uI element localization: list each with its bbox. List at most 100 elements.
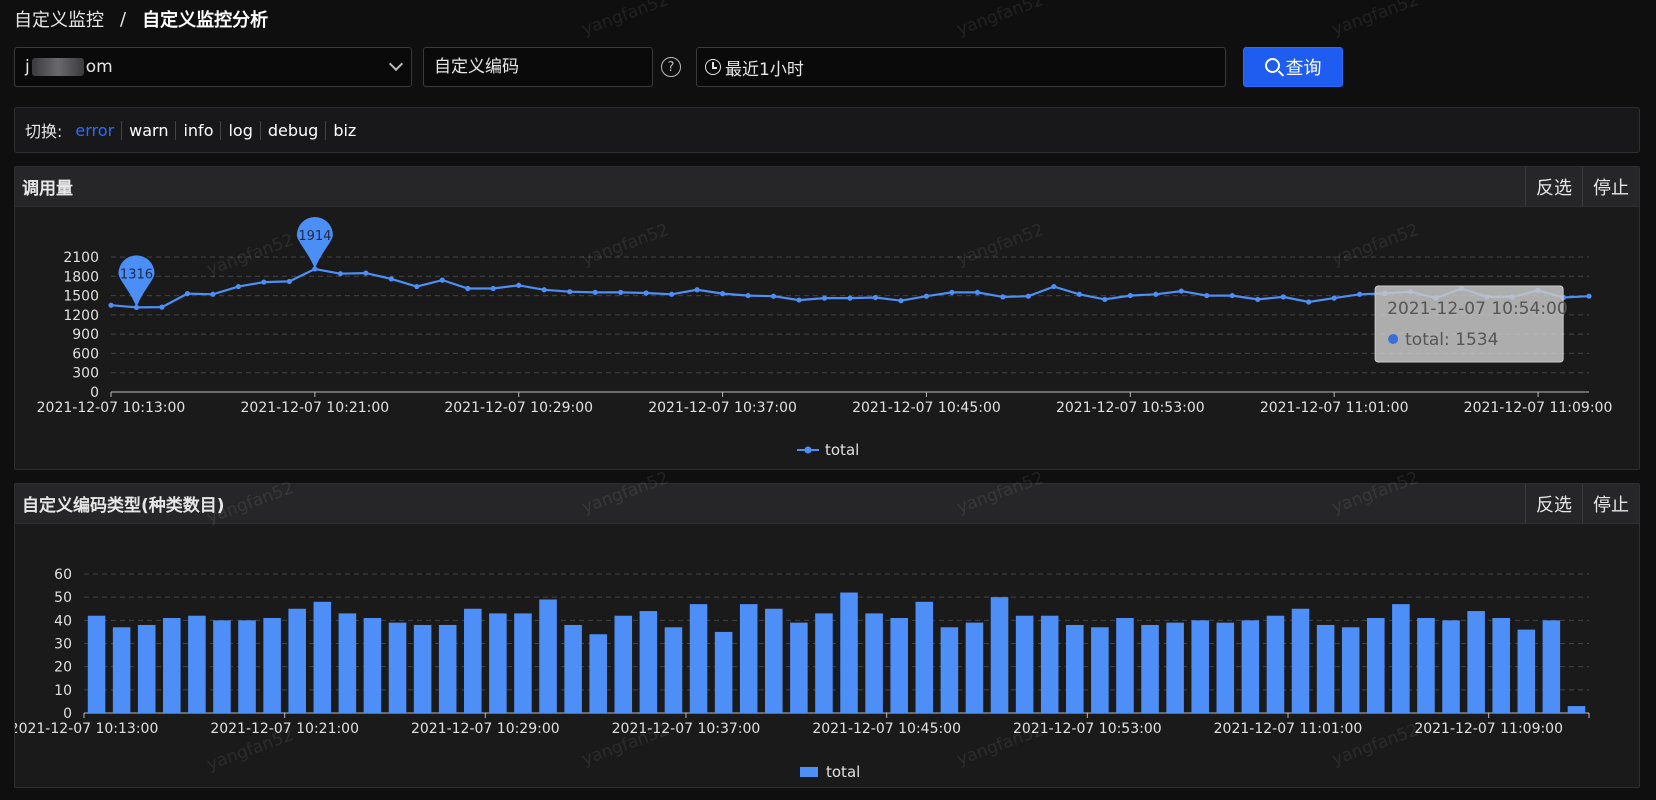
legend-swatch-dot bbox=[804, 446, 812, 454]
watermark-text: yangfan52 bbox=[579, 0, 672, 40]
data-point-total bbox=[439, 277, 445, 283]
data-point-total bbox=[1127, 292, 1133, 299]
data-point-total bbox=[1178, 288, 1184, 294]
data-point-total bbox=[1076, 291, 1082, 297]
x-tick-label: 2021-12-07 10:13:00 bbox=[37, 400, 186, 416]
data-point-total bbox=[821, 295, 828, 301]
code-types-stop-button[interactable]: 停止 bbox=[1582, 484, 1639, 523]
y-tick-label: 50 bbox=[54, 590, 72, 606]
bar-total bbox=[990, 597, 1009, 713]
custom-code-input[interactable] bbox=[434, 57, 642, 77]
breadcrumb-separator: / bbox=[120, 8, 127, 30]
bar-total bbox=[639, 611, 658, 713]
call-volume-title: 调用量 bbox=[22, 179, 73, 199]
bar-total bbox=[1291, 608, 1310, 713]
data-point-total bbox=[1306, 299, 1312, 305]
x-tick-label: 2021-12-07 10:45:00 bbox=[852, 400, 1001, 416]
data-point-total bbox=[592, 289, 598, 295]
call-volume-panel: 调用量 反选 停止 0 300 600 900 1200 1500 1800 2100 2021… bbox=[14, 166, 1640, 470]
x-tick-label: 2021-12-07 10:53:00 bbox=[1056, 400, 1205, 416]
data-point-total bbox=[669, 291, 675, 297]
data-point-total bbox=[1153, 291, 1159, 297]
query-button-label: 查询 bbox=[1285, 58, 1322, 78]
call-volume-stop-button[interactable]: 停止 bbox=[1582, 167, 1639, 206]
x-tick-label: 2021-12-07 10:53:00 bbox=[1013, 721, 1162, 737]
time-range-picker[interactable]: 最近1小时 bbox=[696, 47, 1226, 87]
bar-total bbox=[890, 618, 908, 713]
code-types-invert-button[interactable]: 反选 bbox=[1525, 484, 1582, 523]
switch-option-biz[interactable]: biz bbox=[326, 121, 363, 140]
tooltip-series-dot bbox=[1388, 334, 1399, 344]
switch-option-error[interactable]: error bbox=[68, 120, 123, 140]
bar-total bbox=[1015, 615, 1034, 713]
bar-total bbox=[1392, 604, 1410, 713]
breadcrumb-parent[interactable]: 自定义监控 bbox=[14, 6, 104, 32]
data-point-total bbox=[490, 285, 496, 292]
y-tick-label: 600 bbox=[72, 346, 99, 362]
call-volume-chart-area: 0 300 600 900 1200 1500 1800 2100 2021-12-07 10:… bbox=[15, 207, 1639, 473]
bar-total bbox=[689, 604, 708, 713]
y-tick-label: 1200 bbox=[63, 308, 99, 324]
bar-total bbox=[564, 624, 582, 713]
call-volume-invert-button[interactable]: 反选 bbox=[1525, 167, 1582, 206]
switch-option-debug[interactable]: debug bbox=[261, 120, 327, 140]
data-point-total bbox=[1586, 293, 1592, 299]
breadcrumb: 自定义监控 / 自定义监控分析 bbox=[14, 5, 268, 33]
x-tick-label: 2021-12-07 10:45:00 bbox=[812, 721, 961, 737]
bar-total bbox=[840, 592, 858, 713]
bar-total bbox=[87, 615, 106, 713]
bar-total bbox=[1316, 624, 1335, 713]
watermark-text: yangfan52 bbox=[1329, 0, 1422, 40]
switch-option-warn[interactable]: warn bbox=[122, 120, 177, 140]
bar-total bbox=[489, 613, 507, 713]
call-volume-line-chart[interactable]: 0 300 600 900 1200 1500 1800 2100 2021-12-07 10:… bbox=[15, 207, 1639, 469]
bar-total bbox=[1216, 622, 1235, 713]
legend-label: total bbox=[825, 441, 859, 459]
y-tick-label: 20 bbox=[54, 660, 72, 676]
switch-label: 切换: bbox=[25, 122, 63, 141]
x-tick-label: 2021-12-07 10:29:00 bbox=[444, 400, 593, 416]
y-tick-label: 900 bbox=[72, 327, 99, 343]
bar-total bbox=[163, 618, 181, 713]
code-types-bar-chart[interactable]: 0 10 20 30 40 50 60 2021-12-07 10:13:00 2021-12-… bbox=[10, 524, 1639, 787]
data-point-total bbox=[847, 295, 853, 301]
chevron-down-icon bbox=[388, 56, 404, 72]
time-range-value: 最近1小时 bbox=[725, 59, 804, 80]
data-point-total bbox=[719, 291, 726, 297]
bar-total bbox=[614, 615, 633, 713]
x-tick-label: 2021-12-07 10:21:00 bbox=[241, 400, 390, 416]
call-volume-panel-header: 调用量 反选 停止 bbox=[15, 167, 1639, 207]
data-point-total bbox=[388, 276, 394, 282]
series-line-total bbox=[110, 267, 1590, 309]
bar-total bbox=[363, 618, 382, 713]
data-point-total bbox=[949, 289, 955, 295]
data-point-total bbox=[745, 292, 751, 299]
data-point-total bbox=[235, 283, 242, 290]
bar-total bbox=[137, 624, 156, 713]
switch-option-info[interactable]: info bbox=[176, 120, 222, 140]
bar-total bbox=[1542, 620, 1561, 713]
bar-total bbox=[1367, 618, 1385, 713]
data-point-total bbox=[286, 278, 292, 285]
bar-total bbox=[790, 622, 808, 713]
bar-total bbox=[765, 608, 783, 713]
app-select[interactable]: j om bbox=[14, 47, 412, 87]
data-point-total bbox=[974, 289, 981, 295]
code-input-wrapper bbox=[423, 47, 653, 87]
data-point-total bbox=[184, 291, 191, 297]
help-icon[interactable]: ? bbox=[661, 57, 681, 77]
query-button[interactable]: 查询 bbox=[1243, 47, 1343, 87]
bar-total bbox=[589, 634, 607, 713]
bar-total bbox=[1567, 706, 1586, 713]
data-point-total bbox=[796, 297, 802, 303]
x-tick-label: 2021-12-07 11:01:00 bbox=[1214, 721, 1363, 737]
bar-total bbox=[539, 599, 557, 713]
bar-total bbox=[1492, 618, 1510, 713]
bar-total bbox=[188, 615, 206, 713]
watermark-text: yangfan52 bbox=[954, 0, 1047, 40]
data-point-total bbox=[1229, 292, 1235, 299]
bar-total bbox=[1241, 620, 1260, 713]
switch-option-log[interactable]: log bbox=[221, 120, 261, 140]
marker-label: 1914 bbox=[298, 229, 331, 244]
data-point-total bbox=[643, 290, 649, 296]
